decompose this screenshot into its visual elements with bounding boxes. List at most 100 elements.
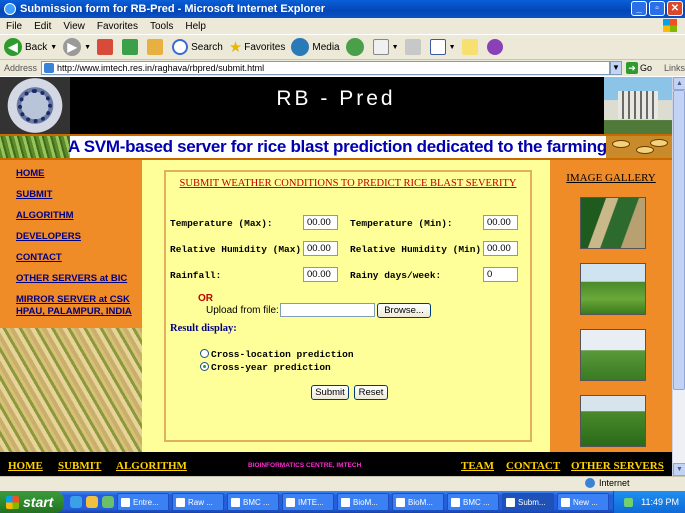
go-button[interactable]: ➜ Go xyxy=(625,62,652,74)
history-button[interactable] xyxy=(345,38,367,56)
menu-edit[interactable]: Edit xyxy=(34,21,51,32)
address-input[interactable]: http://www.imtech.res.in/raghava/rbpred/… xyxy=(41,61,611,75)
search-label: Search xyxy=(191,41,223,53)
menu-help[interactable]: Help xyxy=(185,21,206,32)
cross-year-radio[interactable] xyxy=(200,362,209,371)
messenger-button[interactable] xyxy=(486,39,506,55)
site-header: RB - Pred xyxy=(0,77,672,134)
footer-submit-link[interactable]: SUBMIT xyxy=(58,460,101,472)
address-dropdown-icon[interactable]: ▼ xyxy=(610,61,622,75)
nav-other-servers[interactable]: OTHER SERVERS at BIC xyxy=(16,273,142,284)
taskbar-item[interactable]: Entre... xyxy=(117,493,169,511)
scroll-thumb[interactable] xyxy=(673,90,685,390)
scroll-up-icon[interactable]: ▲ xyxy=(673,77,685,90)
taskbar-item[interactable]: BMC ... xyxy=(227,493,279,511)
gallery-image-leaf[interactable] xyxy=(580,197,646,249)
taskbar-item[interactable]: BMC ... xyxy=(447,493,499,511)
rice-seed-photo xyxy=(606,136,672,158)
folder-quicklaunch-icon[interactable] xyxy=(86,496,98,508)
discuss-button[interactable] xyxy=(461,39,481,55)
forward-button[interactable]: ▶ ▼ xyxy=(63,38,91,56)
temp-min-input[interactable]: 00.00 xyxy=(483,215,518,230)
start-button[interactable]: start xyxy=(0,491,64,513)
browse-button[interactable]: Browse... xyxy=(377,303,431,318)
mail-button[interactable]: ▼ xyxy=(372,39,399,55)
minimize-button[interactable]: _ xyxy=(631,1,647,16)
search-button[interactable]: Search xyxy=(172,39,223,55)
network-icon[interactable] xyxy=(624,497,634,507)
refresh-button[interactable] xyxy=(122,39,141,55)
close-button[interactable]: ✕ xyxy=(667,1,683,16)
site-title: RB - Pred xyxy=(276,87,396,110)
footer-algorithm-link[interactable]: ALGORITHM xyxy=(116,460,187,472)
chevron-down-icon: ▼ xyxy=(50,43,58,51)
back-arrow-icon: ◀ xyxy=(4,38,22,56)
rainfall-input[interactable]: 00.00 xyxy=(303,267,338,282)
media-button[interactable]: Media xyxy=(291,38,340,56)
gallery-image-weather-station[interactable] xyxy=(580,329,646,381)
gallery-image-field[interactable] xyxy=(580,263,646,315)
mail-icon xyxy=(372,39,389,55)
footer-other-servers-link[interactable]: OTHER SERVERS xyxy=(571,460,664,472)
taskbar-item[interactable]: IMTE... xyxy=(282,493,334,511)
cross-location-label: Cross-location prediction xyxy=(211,349,354,360)
or-label: OR xyxy=(198,293,213,304)
desktop-quicklaunch-icon[interactable] xyxy=(102,496,114,508)
nav-mirror-server[interactable]: MIRROR SERVER at CSK HPAU, PALAMPUR, IND… xyxy=(16,294,138,318)
submit-button[interactable]: Submit xyxy=(311,385,349,400)
window-icon xyxy=(176,497,185,507)
print-icon xyxy=(404,39,421,55)
taskbar-item[interactable]: Raw ... xyxy=(172,493,224,511)
temp-max-input[interactable]: 00.00 xyxy=(303,215,338,230)
footer-team-link[interactable]: TEAM xyxy=(461,460,494,472)
task-label: BioM... xyxy=(353,497,378,507)
vertical-scrollbar[interactable]: ▲ ▼ xyxy=(672,77,685,476)
nav-developers[interactable]: DEVELOPERS xyxy=(16,231,142,242)
taskbar-item[interactable]: New ... xyxy=(557,493,609,511)
maximize-button[interactable]: ▫ xyxy=(649,1,665,16)
gallery-title[interactable]: IMAGE GALLERY xyxy=(550,172,672,184)
back-button[interactable]: ◀ Back ▼ xyxy=(4,38,57,56)
taskbar-item-active[interactable]: Subm... xyxy=(502,493,554,511)
reset-button[interactable]: Reset xyxy=(354,385,388,400)
zone-label: Internet xyxy=(599,478,630,488)
gallery-image-plots[interactable] xyxy=(580,395,646,447)
nav-submit[interactable]: SUBMIT xyxy=(16,189,142,200)
rainy-days-input[interactable]: 0 xyxy=(483,267,518,282)
rainfall-label: Rainfall: xyxy=(170,270,222,281)
ie-quicklaunch-icon[interactable] xyxy=(70,496,82,508)
ie-icon xyxy=(4,3,16,15)
stop-button[interactable] xyxy=(97,39,116,55)
menu-tools[interactable]: Tools xyxy=(150,21,173,32)
taskbar-item[interactable]: BioM... xyxy=(392,493,444,511)
form-title: SUBMIT WEATHER CONDITIONS TO PREDICT RIC… xyxy=(179,178,517,189)
nav-home[interactable]: HOME xyxy=(16,168,142,179)
favorites-button[interactable]: ★ Favorites xyxy=(229,38,286,56)
scroll-down-icon[interactable]: ▼ xyxy=(673,463,685,476)
links-button[interactable]: Links xyxy=(664,63,685,73)
page-icon xyxy=(44,63,55,73)
print-button[interactable] xyxy=(404,39,424,55)
rh-max-input[interactable]: 00.00 xyxy=(303,241,338,256)
footer-home-link[interactable]: HOME xyxy=(8,460,43,472)
home-button[interactable] xyxy=(147,39,166,55)
menu-view[interactable]: View xyxy=(63,21,85,32)
window-title: Submission form for RB-Pred - Microsoft … xyxy=(20,3,325,15)
history-icon xyxy=(345,38,364,56)
rh-min-label: Relative Humidity (Min): xyxy=(350,244,487,255)
footer-contact-link[interactable]: CONTACT xyxy=(506,460,560,472)
file-path-input[interactable] xyxy=(280,303,375,317)
cross-location-radio[interactable] xyxy=(200,349,209,358)
upload-label: Upload from file: xyxy=(206,305,279,316)
task-label: BMC ... xyxy=(463,497,490,507)
clock[interactable]: 11:49 PM xyxy=(641,497,679,507)
menu-favorites[interactable]: Favorites xyxy=(97,21,138,32)
nav-algorithm[interactable]: ALGORITHM xyxy=(16,210,142,221)
nav-contact[interactable]: CONTACT xyxy=(16,252,142,263)
menu-file[interactable]: File xyxy=(6,21,22,32)
taskbar-item[interactable]: BioM... xyxy=(337,493,389,511)
edit-button[interactable]: ▼ xyxy=(429,39,456,55)
stop-icon xyxy=(97,39,114,55)
rh-min-input[interactable]: 00.00 xyxy=(483,241,518,256)
address-url: http://www.imtech.res.in/raghava/rbpred/… xyxy=(57,63,265,73)
